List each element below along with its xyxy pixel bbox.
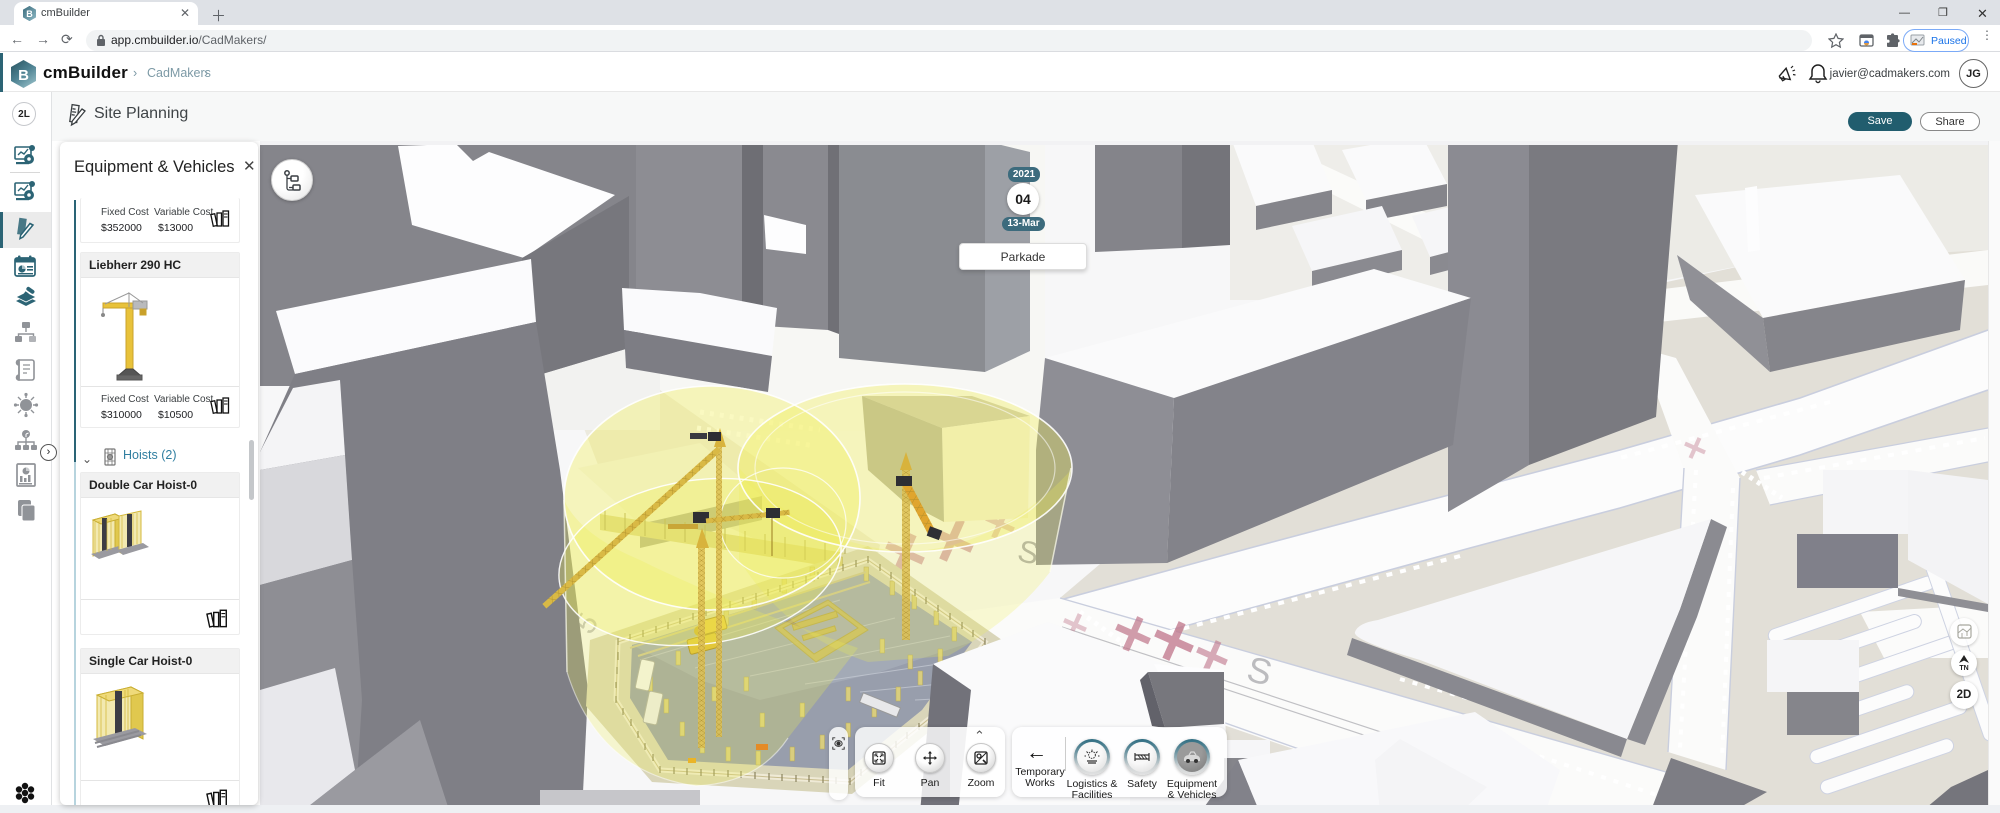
svg-text:B: B	[26, 9, 33, 19]
svg-text:B: B	[18, 67, 29, 84]
svg-text:TN: TN	[1959, 665, 1968, 672]
